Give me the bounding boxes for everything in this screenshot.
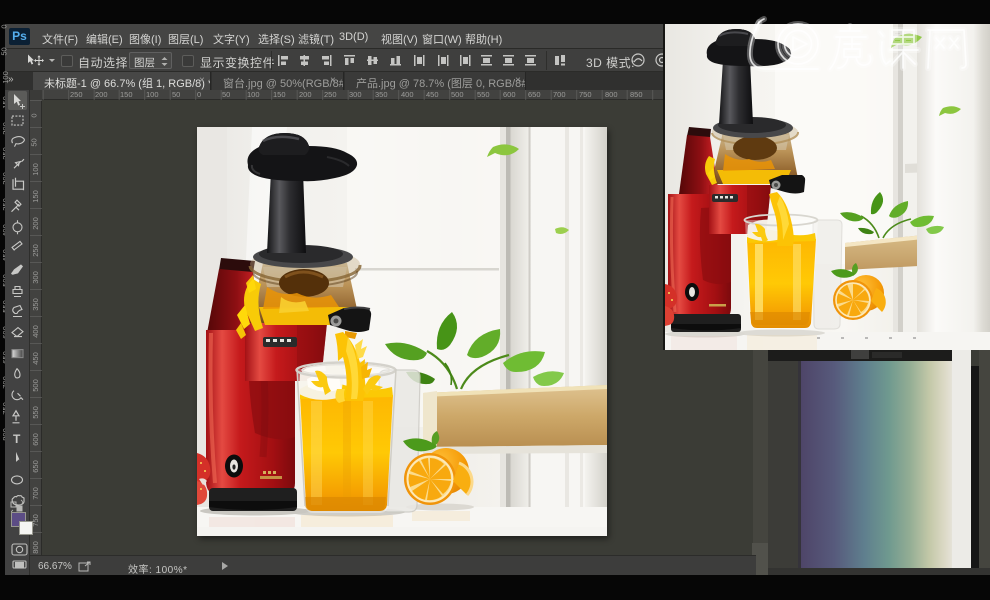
svg-text:T: T (13, 432, 21, 446)
